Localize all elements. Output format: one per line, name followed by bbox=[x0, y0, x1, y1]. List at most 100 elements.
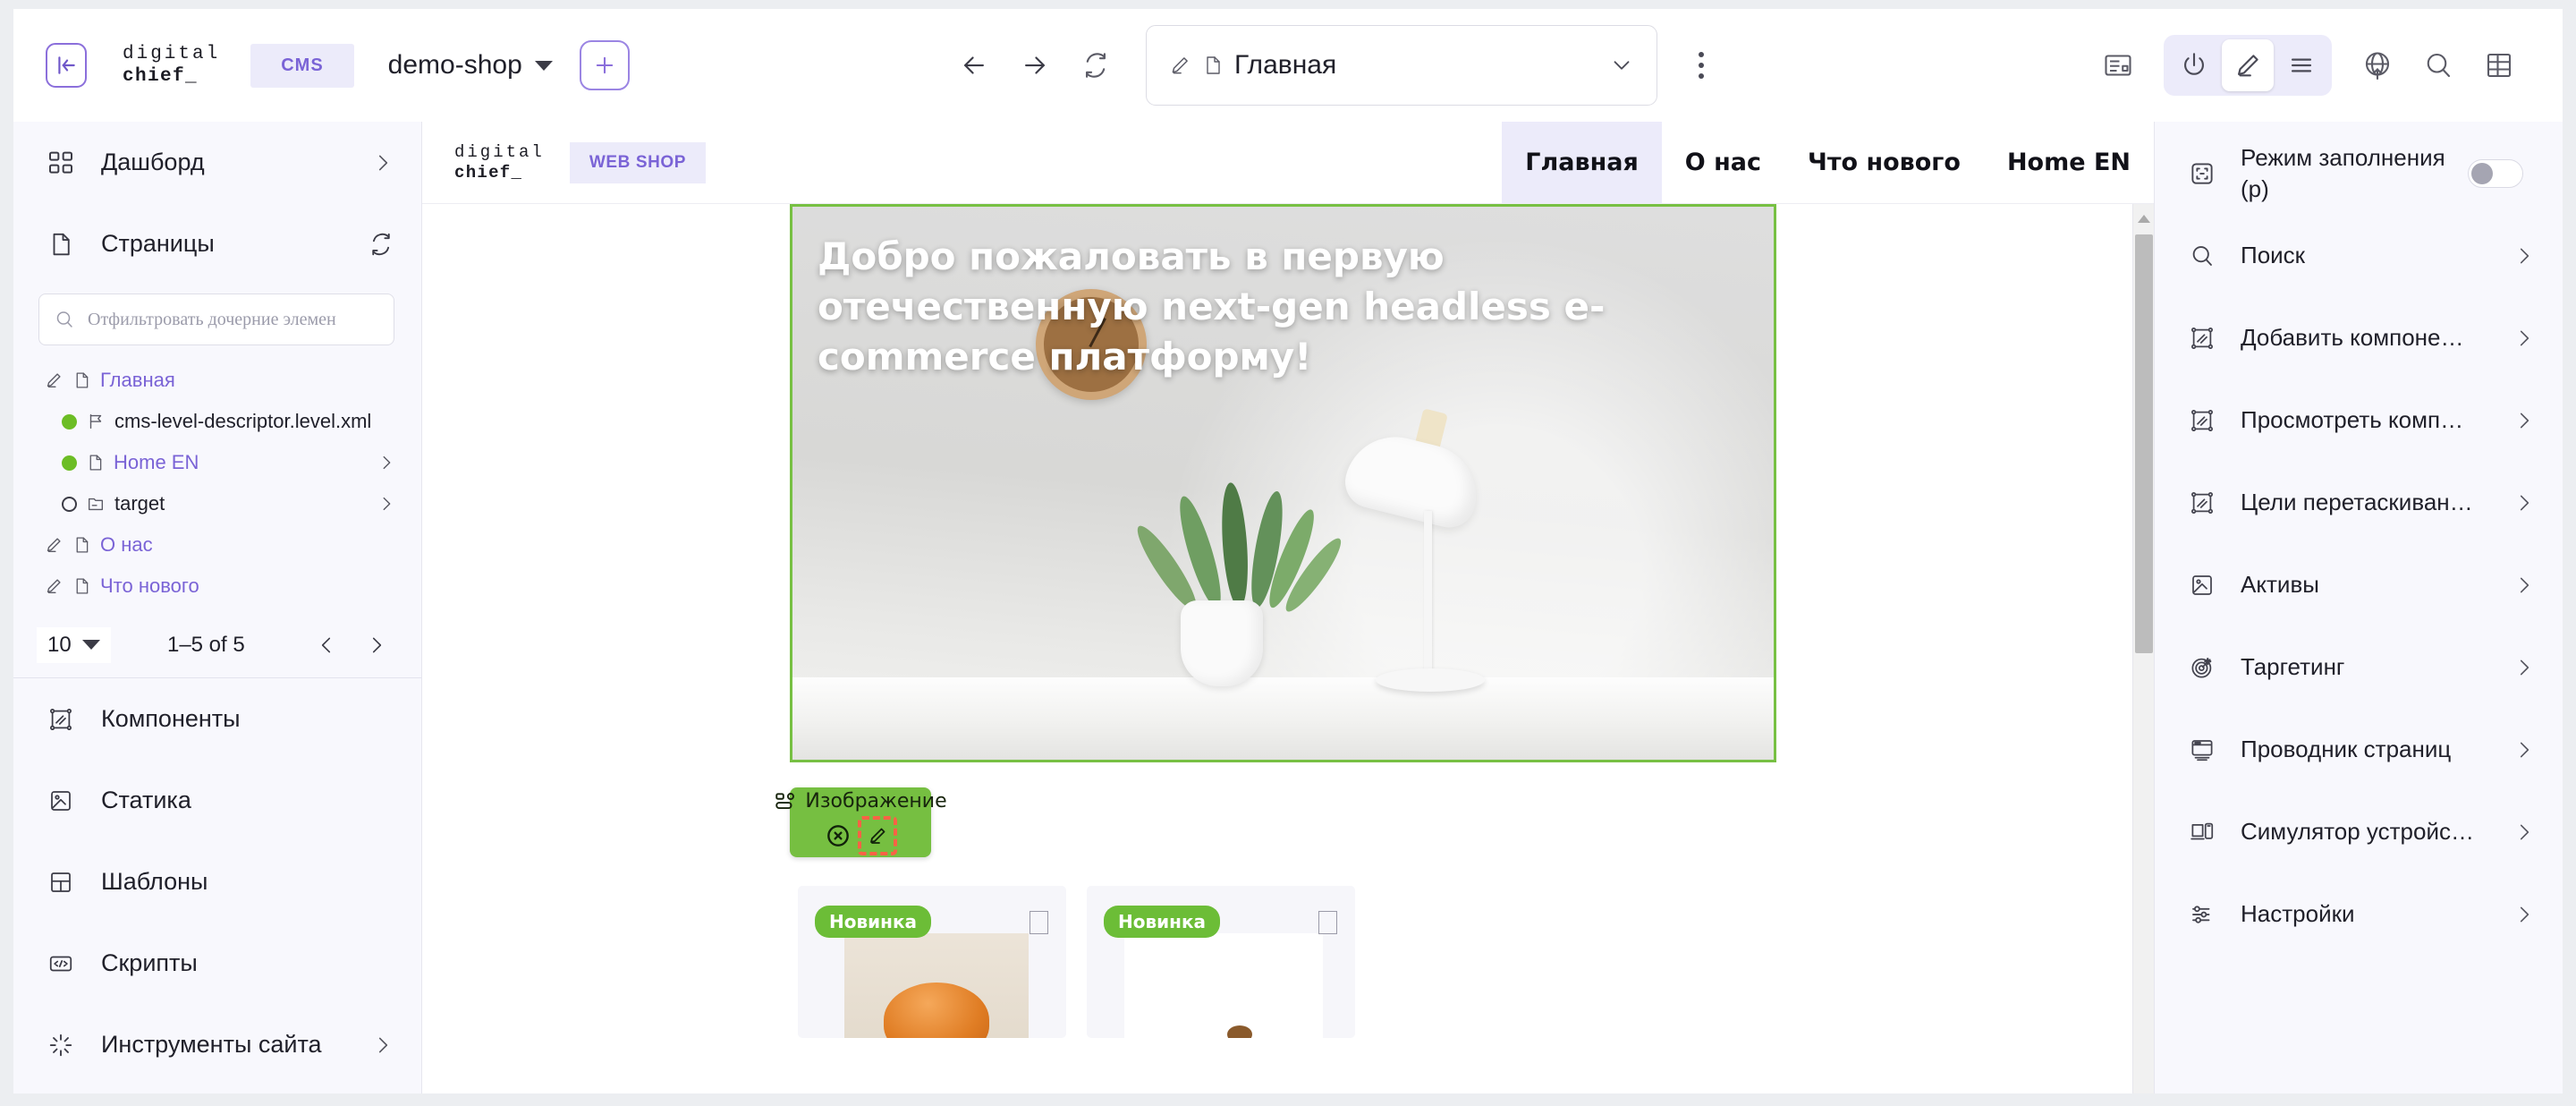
sidebar-item-shablony[interactable]: Шаблоны bbox=[13, 841, 421, 923]
tree-item-cms-level-descriptor[interactable]: cms-level-descriptor.level.xml bbox=[13, 401, 421, 442]
filter-children-box[interactable] bbox=[38, 294, 394, 345]
hero-plant-pot bbox=[1181, 600, 1263, 686]
component-icon bbox=[2185, 325, 2219, 352]
page-tree-pager: 10 1–5 of 5 bbox=[13, 612, 421, 678]
sidebar-item-dashboard[interactable]: Дашборд bbox=[13, 122, 421, 203]
grid-table-icon[interactable] bbox=[2473, 39, 2525, 91]
site-nav-item-chto-novogo[interactable]: Что нового bbox=[1784, 122, 1984, 203]
site-nav-item-glavnaya[interactable]: Главная bbox=[1502, 122, 1662, 203]
product-card[interactable]: Новинка bbox=[798, 886, 1066, 1038]
component-edit-button[interactable] bbox=[858, 815, 897, 855]
hero-heading: Добро пожаловать в первую отечественную … bbox=[818, 234, 1606, 379]
layout-panel-icon[interactable] bbox=[2092, 39, 2144, 91]
product-image bbox=[844, 933, 1029, 1038]
refresh-icon[interactable] bbox=[368, 231, 394, 258]
more-vertical-icon[interactable] bbox=[1677, 35, 1725, 96]
edit-pencil-icon[interactable] bbox=[2222, 39, 2274, 91]
right-item-label: Активы bbox=[2241, 571, 2319, 599]
image-icon bbox=[2185, 572, 2219, 599]
page-size-select[interactable]: 10 bbox=[37, 626, 111, 663]
right-item-page-explorer[interactable]: Проводник страниц bbox=[2155, 709, 2563, 791]
right-item-label: Проводник страниц bbox=[2241, 736, 2452, 763]
remove-circle-icon[interactable] bbox=[824, 821, 852, 850]
product-image bbox=[1124, 933, 1323, 1038]
page-path-field[interactable]: Главная bbox=[1146, 25, 1657, 106]
right-item-settings[interactable]: Настройки bbox=[2155, 873, 2563, 956]
site-preview: digital chief_ WEB SHOP Главная О нас Чт… bbox=[422, 122, 2154, 1093]
hero-banner[interactable]: Добро пожаловать в первую отечественную … bbox=[790, 204, 1776, 762]
add-site-button[interactable] bbox=[579, 40, 630, 90]
pencil-icon bbox=[1172, 57, 1188, 74]
arrow-right-icon[interactable] bbox=[1004, 35, 1065, 96]
tree-item-o-nas[interactable]: О нас bbox=[13, 524, 421, 566]
refresh-icon[interactable] bbox=[1065, 35, 1126, 96]
scrollbar-thumb[interactable] bbox=[2135, 234, 2153, 653]
right-item-search[interactable]: Поиск bbox=[2155, 215, 2563, 297]
tree-item-home-en[interactable]: Home EN bbox=[13, 442, 421, 483]
arrow-left-icon[interactable] bbox=[944, 35, 1004, 96]
canvas-vertical-scrollbar[interactable] bbox=[2132, 204, 2154, 1093]
right-item-label: Поиск bbox=[2241, 242, 2306, 269]
product-badge: Новинка bbox=[1104, 906, 1221, 938]
chevron-right-icon bbox=[2512, 244, 2536, 268]
sidebar-item-label: Страницы bbox=[101, 230, 215, 257]
tree-item-chto-novogo[interactable]: Что нового bbox=[13, 566, 421, 607]
fill-mode-toggle[interactable] bbox=[2468, 159, 2523, 188]
right-item-fill-mode[interactable]: Режим заполнения (p) bbox=[2155, 132, 2563, 215]
right-item-assets[interactable]: Активы bbox=[2155, 544, 2563, 626]
toolbar-left-group: digital chief_ CMS demo-shop bbox=[13, 40, 630, 90]
chevron-down-icon bbox=[534, 60, 553, 71]
chevron-right-icon[interactable] bbox=[377, 494, 396, 514]
product-image-subject bbox=[1227, 1025, 1253, 1038]
right-item-add-component[interactable]: Добавить компоне… bbox=[2155, 297, 2563, 379]
right-item-targeting[interactable]: Таргетинг bbox=[2155, 626, 2563, 709]
search-icon bbox=[54, 309, 75, 330]
checkbox-icon[interactable] bbox=[1318, 911, 1337, 934]
tree-item-glavnaya[interactable]: Главная bbox=[13, 360, 421, 401]
site-nav-item-home-en[interactable]: Home EN bbox=[1984, 122, 2154, 203]
canvas-scroll-region: Добро пожаловать в первую отечественную … bbox=[422, 204, 2154, 1093]
tree-item-label: target bbox=[114, 492, 165, 515]
checkbox-icon[interactable] bbox=[1030, 911, 1048, 934]
filter-children-input[interactable] bbox=[88, 309, 379, 330]
flag-icon bbox=[86, 412, 106, 431]
sidebar-item-komponenty[interactable]: Компоненты bbox=[13, 678, 421, 760]
chevron-left-icon[interactable] bbox=[301, 620, 352, 670]
right-item-view-components[interactable]: Просмотреть комп… bbox=[2155, 379, 2563, 462]
chevron-right-icon bbox=[371, 151, 394, 174]
settings-sliders-icon bbox=[2185, 901, 2219, 928]
right-item-device-simulator[interactable]: Симулятор устройс… bbox=[2155, 791, 2563, 873]
sidebar-item-skripty[interactable]: Скрипты bbox=[13, 923, 421, 1004]
right-item-drop-targets[interactable]: Цели перетаскиван… bbox=[2155, 462, 2563, 544]
globe-upload-icon[interactable] bbox=[2351, 39, 2403, 91]
tree-item-target[interactable]: target bbox=[13, 483, 421, 524]
right-tools-panel: Режим заполнения (p) Поиск Добавить комп… bbox=[2154, 122, 2563, 1093]
component-icon bbox=[2185, 407, 2219, 434]
site-brand-line-1: digital bbox=[454, 141, 545, 162]
tree-item-label: cms-level-descriptor.level.xml bbox=[114, 410, 372, 432]
product-card[interactable]: Новинка bbox=[1087, 886, 1355, 1038]
chevron-right-icon bbox=[2512, 491, 2536, 515]
power-icon[interactable] bbox=[2168, 39, 2220, 91]
app-body: Дашборд Страницы Отфильтровать дочерние … bbox=[13, 122, 2563, 1093]
toolbar-right-group bbox=[2092, 9, 2525, 122]
sidebar-item-pages[interactable]: Страницы bbox=[13, 203, 421, 285]
menu-lines-icon[interactable] bbox=[2275, 39, 2327, 91]
right-item-label: Цели перетаскиван… bbox=[2241, 489, 2473, 516]
site-selector-label: demo-shop bbox=[387, 50, 522, 80]
cms-chip: CMS bbox=[250, 43, 354, 88]
scroll-up-arrow-icon[interactable] bbox=[2138, 215, 2150, 223]
search-icon[interactable] bbox=[2412, 39, 2464, 91]
chevron-right-icon[interactable] bbox=[377, 453, 396, 472]
site-nav-item-o-nas[interactable]: О нас bbox=[1662, 122, 1784, 203]
site-selector[interactable]: demo-shop bbox=[388, 50, 553, 81]
chevron-right-icon[interactable] bbox=[352, 620, 402, 670]
chevron-right-icon bbox=[2512, 574, 2536, 597]
sidebar-item-instrumenty-sayta[interactable]: Инструменты сайта bbox=[13, 1004, 421, 1085]
page-path-value: Главная bbox=[1234, 50, 1337, 80]
sidebar-item-statika[interactable]: Статика bbox=[13, 760, 421, 841]
toolbar-center-group: Главная bbox=[944, 9, 1725, 122]
component-blocks-icon bbox=[774, 790, 797, 813]
site-nav: Главная О нас Что нового Home EN bbox=[1502, 122, 2154, 203]
collapse-panel-icon[interactable] bbox=[46, 43, 87, 88]
